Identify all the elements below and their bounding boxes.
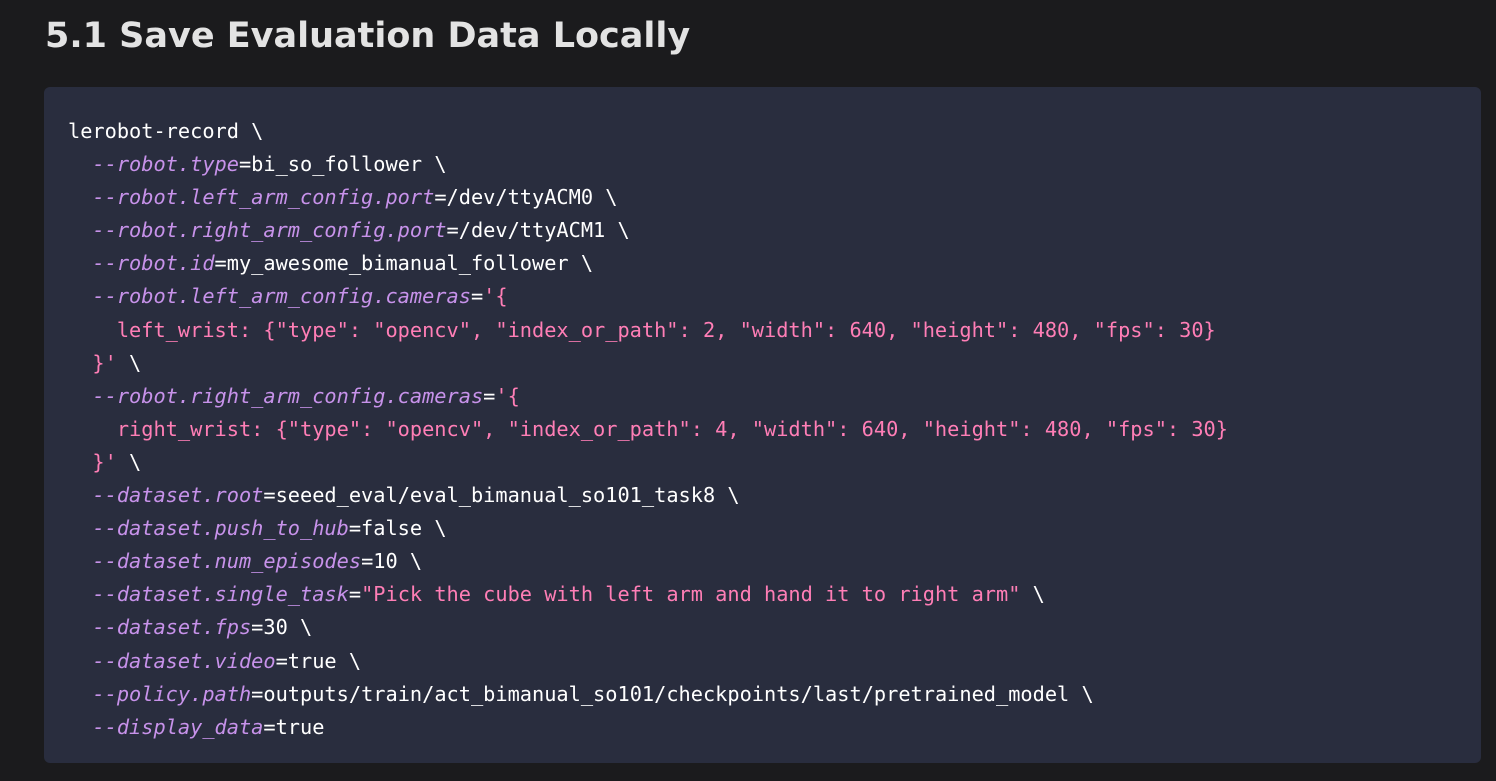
code-text: \ — [1020, 582, 1045, 607]
code-string: '{ — [495, 383, 520, 408]
code-text: = — [483, 383, 496, 408]
code-option: --robot.id — [92, 251, 215, 276]
code-option: --dataset.video — [92, 648, 276, 673]
code-line: --robot.left_arm_config.port=/dev/ttyACM… — [68, 181, 1228, 214]
section-heading: 5.1 Save Evaluation Data Locally — [45, 16, 691, 56]
code-option: --robot.left_arm_config.port — [92, 185, 435, 210]
code-text: \ — [116, 350, 142, 375]
code-text: =my_awesome_bimanual_follower \ — [214, 251, 594, 276]
code-option: --robot.type — [92, 152, 239, 177]
code-line: }' \ — [68, 446, 1228, 479]
code-line: --dataset.single_task="Pick the cube wit… — [68, 578, 1228, 611]
code-block: lerobot-record \ --robot.type=bi_so_foll… — [44, 87, 1481, 763]
code-line: }' \ — [68, 347, 1228, 380]
code-line: --policy.path=outputs/train/act_bimanual… — [68, 678, 1228, 711]
code-text: =seeed_eval/eval_bimanual_so101_task8 \ — [263, 483, 740, 508]
code-option: --dataset.num_episodes — [92, 549, 362, 574]
code-text: lerobot-record \ — [68, 119, 264, 143]
code-option: --display_data — [92, 714, 264, 739]
code-text: =false \ — [348, 516, 447, 541]
code-content[interactable]: lerobot-record \ --robot.type=bi_so_foll… — [68, 115, 1228, 744]
code-line: --robot.left_arm_config.cameras='{ — [68, 280, 1228, 313]
code-line: --dataset.fps=30 \ — [68, 611, 1228, 644]
code-line: --robot.right_arm_config.port=/dev/ttyAC… — [68, 214, 1228, 247]
code-option: --policy.path — [92, 681, 252, 706]
code-text: =true — [263, 714, 325, 739]
code-string: }' — [92, 350, 117, 375]
code-text: =outputs/train/act_bimanual_so101/checkp… — [251, 681, 1094, 706]
code-text: =/dev/ttyACM1 \ — [446, 218, 630, 243]
code-string: "Pick the cube with left arm and hand it… — [361, 582, 1021, 607]
code-text: =bi_so_follower \ — [238, 152, 447, 177]
code-option: --dataset.root — [92, 483, 264, 508]
code-text: = — [348, 582, 362, 607]
code-line: --robot.id=my_awesome_bimanual_follower … — [68, 247, 1228, 280]
code-string: right_wrist: {"type": "opencv", "index_o… — [68, 416, 1228, 441]
code-line: --dataset.root=seeed_eval/eval_bimanual_… — [68, 479, 1228, 512]
code-line: left_wrist: {"type": "opencv", "index_or… — [68, 314, 1228, 347]
code-line: lerobot-record \ — [68, 115, 1228, 148]
code-line: --robot.right_arm_config.cameras='{ — [68, 380, 1228, 413]
code-text: =10 \ — [361, 549, 423, 574]
code-line: --dataset.push_to_hub=false \ — [68, 512, 1228, 545]
code-string: '{ — [483, 284, 508, 309]
code-option: --dataset.push_to_hub — [92, 516, 349, 541]
code-string: left_wrist: {"type": "opencv", "index_or… — [68, 317, 1216, 342]
code-text: = — [470, 284, 484, 309]
code-option: --dataset.single_task — [92, 582, 349, 607]
code-text: =/dev/ttyACM0 \ — [434, 185, 618, 210]
code-text: =true \ — [275, 648, 362, 673]
code-line: --dataset.video=true \ — [68, 645, 1228, 678]
code-text: \ — [116, 449, 142, 474]
code-text: =30 \ — [251, 615, 313, 640]
code-string: }' — [92, 449, 117, 474]
code-line: --dataset.num_episodes=10 \ — [68, 545, 1228, 578]
code-option: --robot.left_arm_config.cameras — [92, 284, 471, 309]
code-line: --robot.type=bi_so_follower \ — [68, 148, 1228, 181]
code-option: --dataset.fps — [92, 615, 252, 640]
code-option: --robot.right_arm_config.port — [92, 218, 447, 243]
code-line: right_wrist: {"type": "opencv", "index_o… — [68, 413, 1228, 446]
code-line: --display_data=true — [68, 711, 1228, 744]
code-option: --robot.right_arm_config.cameras — [92, 383, 484, 408]
